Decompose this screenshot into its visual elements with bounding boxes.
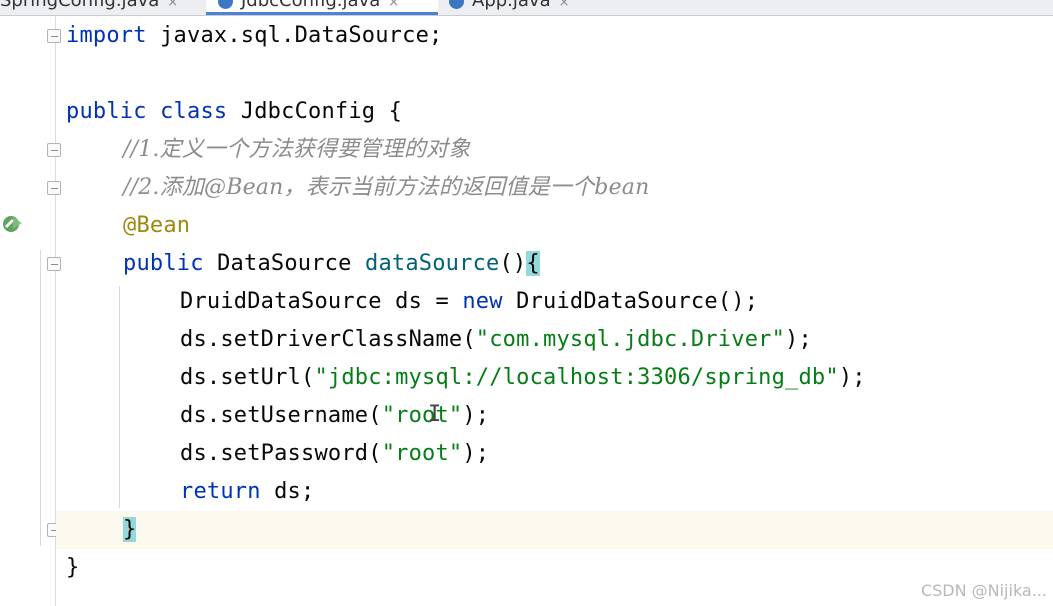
code-line-9: ds.setDriverClassName("com.mysql.jdbc.Dr… [180, 321, 812, 359]
code-line-6: @Bean [123, 207, 190, 245]
code-line-12: ds.setPassword("root"); [180, 435, 489, 473]
code-text: ds.setDriverClassName( [180, 327, 476, 352]
close-icon[interactable]: × [167, 0, 178, 10]
code-text: ); [838, 365, 866, 390]
method-name: dataSource [365, 251, 500, 276]
code-text: } [66, 555, 80, 580]
current-line-highlight [56, 511, 1053, 549]
fold-toggle-icon[interactable] [47, 143, 61, 157]
keyword: new [462, 289, 503, 314]
code-text: javax.sql.DataSource; [146, 23, 443, 48]
tab-jdbcconfig[interactable]: JdbcConfig.java × [206, 0, 438, 15]
text-cursor-icon: I [428, 402, 442, 427]
editor-tab-bar: SpringConfig.java × JdbcConfig.java × App.… [0, 0, 1053, 16]
tab-app[interactable]: App.java × [449, 0, 570, 15]
matched-brace: } [123, 517, 137, 542]
java-class-icon [218, 0, 233, 9]
tab-app-label: App.java [472, 0, 551, 11]
fold-toggle-icon[interactable] [47, 181, 61, 195]
keyword: return [180, 479, 261, 504]
code-text: DataSource [203, 251, 366, 276]
code-line-8: DruidDataSource ds = new DruidDataSource… [180, 283, 758, 321]
code-line-7: public DataSource dataSource(){ [123, 245, 540, 283]
code-line-5: //2.添加@Bean，表示当前方法的返回值是一个bean [123, 169, 649, 207]
code-text: ); [462, 441, 490, 466]
tab-springconfig-label: SpringConfig.java [0, 0, 160, 11]
code-line-13: return ds; [180, 473, 314, 511]
tab-springconfig[interactable]: SpringConfig.java × [0, 0, 178, 15]
code-line-10: ds.setUrl("jdbc:mysql://localhost:3306/s… [180, 359, 866, 397]
matched-brace: { [526, 251, 540, 276]
comment: //2.添加@Bean，表示当前方法的返回值是一个bean [123, 175, 650, 200]
close-icon[interactable]: × [388, 0, 399, 10]
code-line-15: } [66, 549, 79, 587]
close-icon[interactable]: × [559, 0, 570, 10]
code-text: ds.setPassword( [180, 441, 382, 466]
code-text: DruidDataSource(); [502, 289, 759, 314]
keyword: public class [66, 99, 228, 124]
code-text: JdbcConfig { [227, 99, 403, 124]
indent-guide [40, 250, 41, 546]
code-text: ds; [260, 479, 315, 504]
string-literal: "jdbc:mysql://localhost:3306/spring_db" [314, 365, 839, 390]
code-text: ); [785, 327, 812, 352]
watermark: CSDN @Nijika... [920, 581, 1047, 600]
code-text: () [499, 251, 527, 276]
editor-gutter [0, 16, 56, 606]
bean-gutter-icon[interactable] [2, 213, 24, 233]
code-line-14: } [123, 511, 137, 549]
java-class-icon [449, 0, 464, 9]
string-literal: "root" [381, 403, 463, 428]
fold-toggle-icon[interactable] [47, 29, 61, 43]
code-line-4: //1.定义一个方法获得要管理的对象 [123, 131, 470, 169]
code-text: ds.setUsername( [180, 403, 382, 428]
keyword: public [123, 251, 204, 276]
code-line-3: public class JdbcConfig { [66, 93, 402, 131]
annotation: @Bean [123, 213, 191, 238]
fold-toggle-icon[interactable] [47, 257, 61, 271]
tab-jdbcconfig-label: JdbcConfig.java [241, 0, 381, 11]
comment: //1.定义一个方法获得要管理的对象 [123, 137, 471, 162]
code-line-1: import javax.sql.DataSource; [66, 17, 442, 55]
code-line-11: ds.setUsername("root"); [180, 397, 489, 435]
string-literal: "com.mysql.jdbc.Driver" [475, 327, 786, 352]
code-text: ds.setUrl( [180, 365, 315, 390]
string-literal: "root" [381, 441, 463, 466]
indent-guide [119, 286, 120, 508]
code-text: ); [462, 403, 490, 428]
keyword: import [66, 23, 147, 48]
code-text: DruidDataSource ds = [180, 289, 463, 314]
